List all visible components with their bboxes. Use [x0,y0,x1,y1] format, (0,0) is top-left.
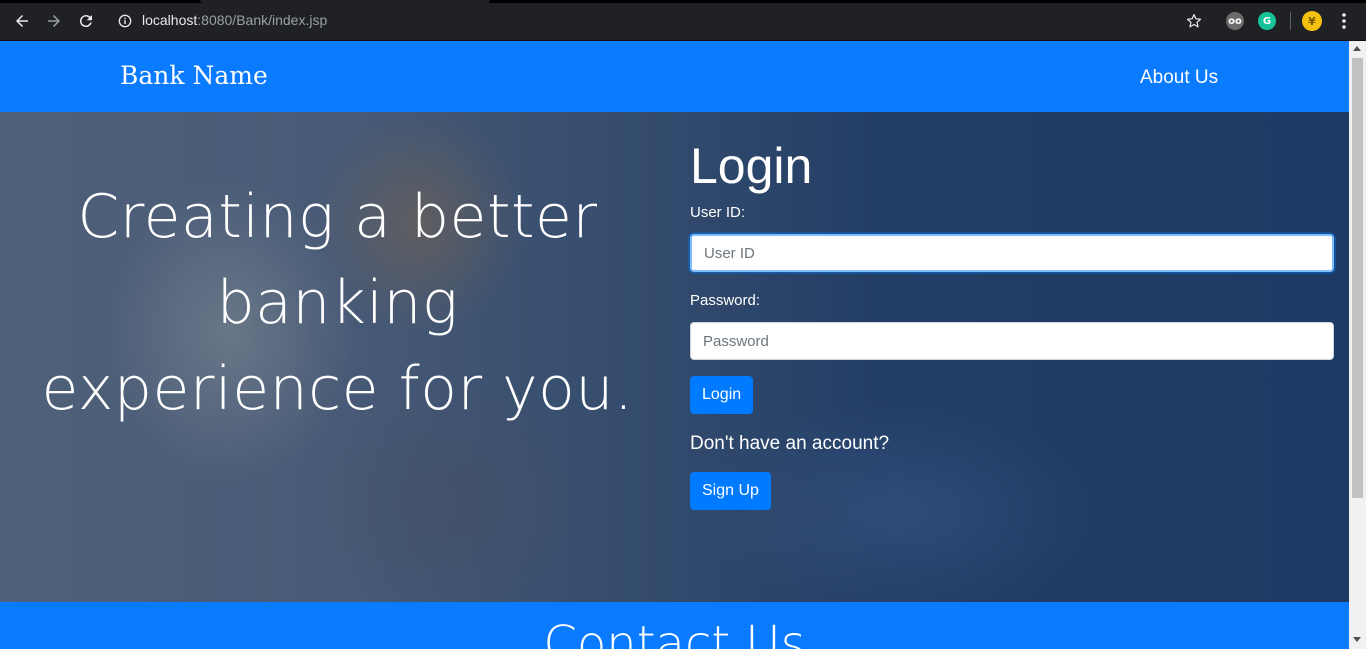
star-icon[interactable] [1185,12,1203,30]
glasses-extension-icon[interactable]: oo [1226,12,1244,30]
no-account-text: Don't have an account? [690,433,890,454]
page-scrollbar[interactable] [1349,41,1366,649]
url-text: localhost:8080/Bank/index.jsp [142,12,328,28]
about-us-link[interactable]: About Us [1140,67,1218,89]
tab-strip [0,0,1366,3]
hero-tagline: Creating a better banking experience for… [41,182,634,424]
toolbar-divider [1290,12,1291,30]
contact-section: Contact Us [0,602,1349,649]
login-title: Login [690,138,813,194]
login-form: Login User ID: Password: Login Don't hav… [690,136,1334,510]
scroll-up-icon[interactable] [1353,46,1361,51]
password-input[interactable] [690,322,1334,360]
scroll-down-icon[interactable] [1353,637,1361,642]
userid-label: User ID: [690,204,746,221]
kebab-menu-icon[interactable] [1336,11,1352,31]
login-button[interactable]: Login [690,376,754,414]
hero-section: Creating a better banking experience for… [0,112,1349,602]
password-label: Password: [690,292,761,309]
navbar: Bank Name About Us [0,41,1349,112]
address-bar[interactable]: localhost:8080/Bank/index.jsp [110,8,1210,34]
brand-link[interactable]: Bank Name [120,61,268,90]
info-icon[interactable] [118,14,132,28]
signup-button[interactable]: Sign Up [690,472,771,510]
userid-input[interactable] [690,234,1334,272]
profile-avatar-icon[interactable]: ¥ [1302,11,1322,31]
back-icon[interactable] [11,10,33,32]
scrollbar-thumb[interactable] [1352,58,1363,498]
contact-title: Contact Us [543,616,806,649]
page-viewport: Bank Name About Us Creating a better ban… [0,41,1349,649]
browser-toolbar: localhost:8080/Bank/index.jsp oo G ¥ [0,0,1366,41]
forward-icon[interactable] [43,10,65,32]
grammarly-extension-icon[interactable]: G [1258,12,1276,30]
reload-icon[interactable] [75,10,97,32]
